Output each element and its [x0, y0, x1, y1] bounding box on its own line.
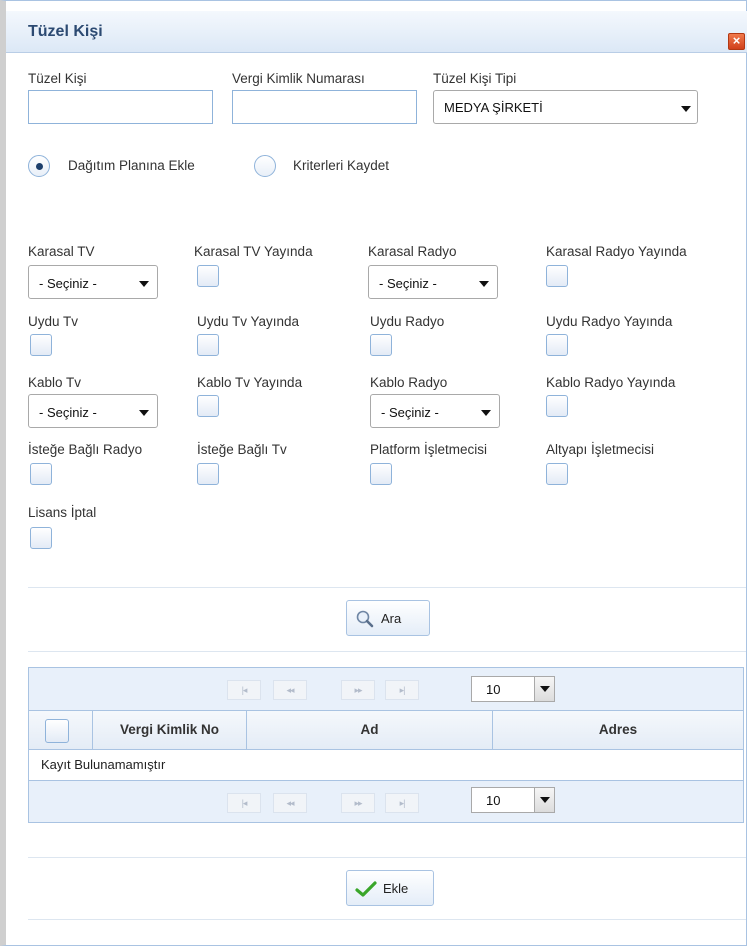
uydu-radyo-label: Uydu Radyo: [370, 314, 445, 329]
chevron-down-icon: [681, 106, 691, 112]
dagitim-radio-label: Dağıtım Planına Ekle: [68, 158, 195, 173]
tuzel-kisi-tipi-select[interactable]: MEDYA ŞİRKETİ: [433, 90, 698, 124]
kablo-tv-select[interactable]: - Seçiniz -: [28, 394, 158, 428]
column-header-ad[interactable]: Ad: [247, 711, 493, 749]
magnifier-icon: [356, 610, 374, 628]
page-size-value: 10: [486, 682, 501, 697]
karasal-radyo-yayinda-checkbox[interactable]: [546, 265, 568, 287]
first-page-button[interactable]: |◂: [227, 793, 261, 813]
last-page-button[interactable]: ▸|: [385, 793, 419, 813]
column-header-vergi-kimlik-no[interactable]: Vergi Kimlik No: [93, 711, 247, 749]
select-all-cell: [29, 711, 93, 749]
kablo-radyo-label: Kablo Radyo: [370, 375, 448, 390]
page-size-select[interactable]: 10: [471, 676, 555, 702]
chevron-down-icon: [534, 788, 554, 812]
karasal-tv-yayinda-label: Karasal TV Yayında: [194, 244, 313, 259]
separator: [28, 919, 746, 920]
ara-button-label: Ara: [381, 611, 402, 626]
page-size-select[interactable]: 10: [471, 787, 555, 813]
empty-message: Kayıt Bulunamamıştır: [41, 757, 166, 772]
altyapi-isletmecisi-label: Altyapı İşletmecisi: [546, 442, 655, 457]
bottom-pager: |◂ ◂◂ ▸▸ ▸| 10: [29, 780, 743, 822]
kablo-radyo-select[interactable]: - Seçiniz -: [370, 394, 500, 428]
platform-isletmecisi-checkbox[interactable]: [370, 463, 392, 485]
uydu-tv-label: Uydu Tv: [28, 314, 79, 329]
close-icon[interactable]: ×: [728, 33, 745, 50]
ara-button[interactable]: Ara: [346, 600, 430, 636]
karasal-tv-select[interactable]: - Seçiniz -: [28, 265, 158, 299]
separator: [28, 587, 746, 588]
karasal-tv-label: Karasal TV: [28, 244, 95, 259]
dialog-titlebar[interactable]: Tüzel Kişi ×: [6, 11, 747, 53]
altyapi-isletmecisi-checkbox[interactable]: [546, 463, 568, 485]
checkmark-icon: [355, 881, 377, 897]
radio-selected-dot: [36, 163, 43, 170]
kablo-radyo-value: - Seçiniz -: [381, 405, 439, 420]
istege-bagli-tv-checkbox[interactable]: [197, 463, 219, 485]
karasal-tv-value: - Seçiniz -: [39, 276, 97, 291]
kablo-tv-value: - Seçiniz -: [39, 405, 97, 420]
lisans-iptal-label: Lisans İptal: [28, 505, 97, 520]
kablo-tv-label: Kablo Tv: [28, 375, 82, 390]
uydu-tv-checkbox[interactable]: [30, 334, 52, 356]
kablo-tv-yayinda-label: Kablo Tv Yayında: [197, 375, 303, 390]
kriter-radio-label: Kriterleri Kaydet: [293, 158, 390, 173]
istege-bagli-radyo-label: İsteğe Bağlı Radyo: [28, 442, 143, 457]
karasal-tv-yayinda-checkbox[interactable]: [197, 265, 219, 287]
grid-header: Vergi Kimlik No Ad Adres: [29, 710, 743, 750]
chevron-down-icon: [534, 677, 554, 701]
uydu-radyo-yayinda-label: Uydu Radyo Yayında: [546, 314, 673, 329]
vergi-kimlik-input[interactable]: [232, 90, 417, 124]
separator: [28, 857, 746, 858]
prev-page-button[interactable]: ◂◂: [273, 680, 307, 700]
column-header-adres[interactable]: Adres: [493, 711, 743, 749]
uydu-radyo-checkbox[interactable]: [370, 334, 392, 356]
chevron-down-icon: [139, 281, 149, 287]
chevron-down-icon: [481, 410, 491, 416]
dagitim-radio[interactable]: [28, 155, 50, 177]
kablo-tv-yayinda-checkbox[interactable]: [197, 395, 219, 417]
next-page-button[interactable]: ▸▸: [341, 680, 375, 700]
tuzel-kisi-dialog: Tüzel Kişi × Tüzel Kişi Vergi Kimlik Num…: [0, 0, 747, 946]
karasal-radyo-yayinda-label: Karasal Radyo Yayında: [546, 244, 687, 259]
tuzel-kisi-tipi-value: MEDYA ŞİRKETİ: [444, 100, 543, 115]
karasal-radyo-value: - Seçiniz -: [379, 276, 437, 291]
uydu-radyo-yayinda-checkbox[interactable]: [546, 334, 568, 356]
tuzel-kisi-label: Tüzel Kişi: [28, 71, 87, 86]
kriter-radio[interactable]: [254, 155, 276, 177]
uydu-tv-yayinda-checkbox[interactable]: [197, 334, 219, 356]
uydu-tv-yayinda-label: Uydu Tv Yayında: [197, 314, 300, 329]
tuzel-kisi-input[interactable]: [28, 90, 213, 124]
kablo-radyo-yayinda-label: Kablo Radyo Yayında: [546, 375, 676, 390]
chevron-down-icon: [479, 281, 489, 287]
top-pager: |◂ ◂◂ ▸▸ ▸| 10: [29, 668, 743, 710]
kablo-radyo-yayinda-checkbox[interactable]: [546, 395, 568, 417]
last-page-button[interactable]: ▸|: [385, 680, 419, 700]
chevron-down-icon: [139, 410, 149, 416]
next-page-button[interactable]: ▸▸: [341, 793, 375, 813]
select-all-checkbox[interactable]: [45, 719, 69, 743]
page-size-value: 10: [486, 793, 501, 808]
tuzel-kisi-tipi-label: Tüzel Kişi Tipi: [433, 71, 517, 86]
separator: [28, 651, 746, 652]
istege-bagli-tv-label: İsteğe Bağlı Tv: [197, 442, 287, 457]
first-page-button[interactable]: |◂: [227, 680, 261, 700]
vergi-kimlik-label: Vergi Kimlik Numarası: [232, 71, 365, 86]
results-grid: |◂ ◂◂ ▸▸ ▸| 10 Vergi Kimlik No Ad Adres …: [28, 667, 744, 823]
lisans-iptal-checkbox[interactable]: [30, 527, 52, 549]
ekle-button[interactable]: Ekle: [346, 870, 434, 906]
dialog-title: Tüzel Kişi: [28, 23, 103, 40]
platform-isletmecisi-label: Platform İşletmecisi: [370, 442, 488, 457]
karasal-radyo-select[interactable]: - Seçiniz -: [368, 265, 498, 299]
ekle-button-label: Ekle: [383, 881, 409, 896]
karasal-radyo-label: Karasal Radyo: [368, 244, 457, 259]
prev-page-button[interactable]: ◂◂: [273, 793, 307, 813]
istege-bagli-radyo-checkbox[interactable]: [30, 463, 52, 485]
